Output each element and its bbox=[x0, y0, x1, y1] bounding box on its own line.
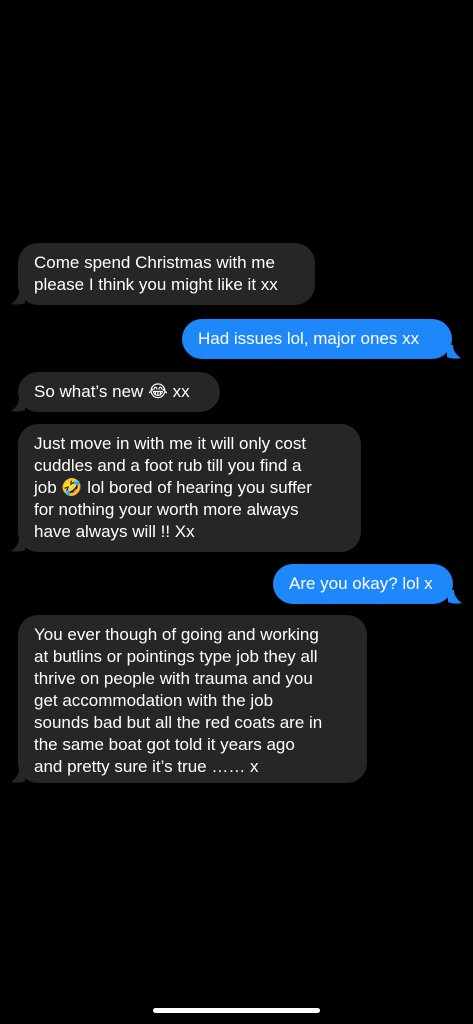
outgoing-message-bubble[interactable]: Had issues lol, major ones xx bbox=[182, 319, 452, 359]
outgoing-message-bubble[interactable]: Are you okay? lol x bbox=[273, 564, 453, 604]
incoming-bubble-tail bbox=[11, 291, 25, 305]
incoming-message-bubble[interactable]: So what’s new 😂 xx bbox=[18, 372, 220, 412]
incoming-message-bubble[interactable]: Come spend Christmas with me please I th… bbox=[18, 243, 315, 305]
outgoing-bubble-tail bbox=[447, 345, 461, 359]
incoming-bubble-tail bbox=[11, 769, 25, 783]
incoming-bubble-tail bbox=[11, 398, 25, 412]
incoming-message-bubble[interactable]: Just move in with me it will only cost c… bbox=[18, 424, 361, 552]
incoming-message-bubble[interactable]: You ever though of going and working at … bbox=[18, 615, 367, 783]
outgoing-bubble-tail bbox=[448, 590, 462, 604]
incoming-bubble-tail bbox=[11, 538, 25, 552]
home-indicator-bar[interactable] bbox=[153, 1008, 320, 1013]
message-thread[interactable]: Come spend Christmas with me please I th… bbox=[0, 0, 473, 1024]
